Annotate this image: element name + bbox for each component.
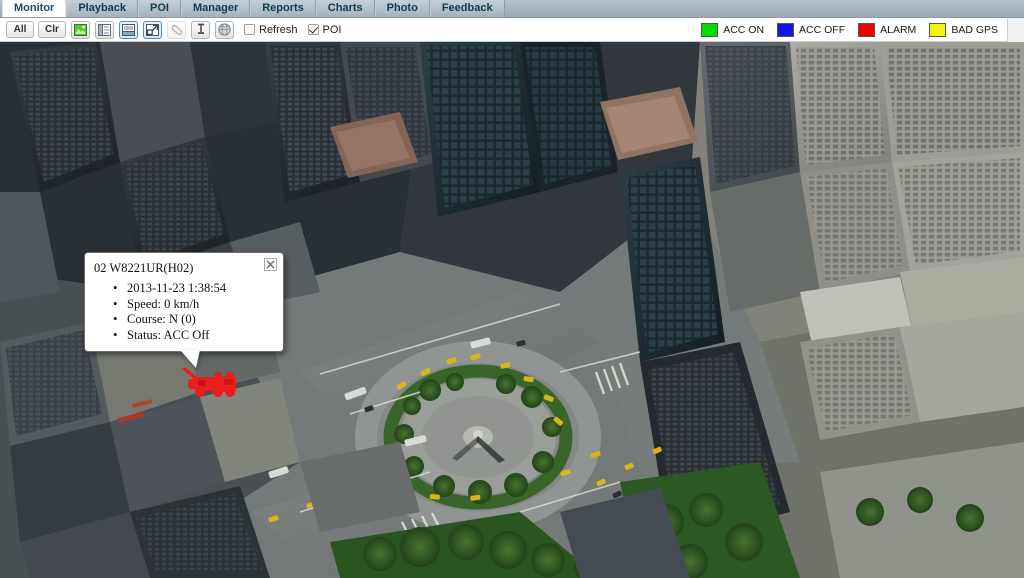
main-tab-bar: Monitor Playback POI Manager Reports Cha… (0, 0, 1024, 18)
refresh-checkbox-label: Refresh (259, 23, 298, 36)
legend-item-alarm: ALARM (858, 22, 917, 37)
pin-marker-icon-button[interactable] (191, 20, 210, 39)
tab-manager[interactable]: Manager (180, 0, 251, 17)
tab-feedback[interactable]: Feedback (429, 0, 505, 17)
poi-checkbox[interactable]: POI (307, 23, 342, 36)
legend-swatch-bad-gps (929, 22, 947, 37)
select-all-button[interactable]: All (6, 21, 34, 38)
pin-marker-icon (196, 23, 206, 36)
tab-playback[interactable]: Playback (66, 0, 139, 17)
tab-label: POI (150, 2, 169, 14)
expand-fullscreen-icon-button[interactable] (143, 20, 162, 39)
app-root: Monitor Playback POI Manager Reports Cha… (0, 0, 1024, 578)
tab-poi[interactable]: POI (138, 0, 181, 17)
clear-button[interactable]: Clr (38, 21, 66, 38)
tab-label: Monitor (14, 2, 55, 14)
expand-fullscreen-icon (146, 23, 159, 36)
legend-item-bad-gps: BAD GPS (929, 22, 998, 37)
tab-photo[interactable]: Photo (374, 0, 430, 17)
panel-bottom-icon (122, 23, 135, 36)
tab-label: Photo (386, 2, 418, 14)
panel-left-icon (98, 23, 111, 36)
refresh-checkbox[interactable]: Refresh (244, 24, 298, 36)
map-toolbar: All Clr Refresh POI ACC ON ACC OFF ALARM… (0, 18, 1024, 42)
link-chain-icon (170, 24, 184, 36)
refresh-checkbox-box[interactable] (244, 24, 255, 35)
tab-label: Manager (192, 2, 239, 14)
vehicle-marker[interactable] (180, 365, 244, 401)
poi-checkbox-box[interactable] (307, 24, 319, 35)
toolbar-left-group: All Clr Refresh POI (0, 20, 342, 39)
map-image-icon (74, 23, 87, 36)
legend-item-acc-on: ACC ON (701, 22, 765, 37)
panel-bottom-icon-button[interactable] (119, 20, 138, 39)
legend-swatch-alarm (858, 22, 876, 37)
tab-monitor[interactable]: Monitor (2, 0, 67, 17)
popup-detail-timestamp: 2013-11-23 1:38:54 (113, 280, 283, 297)
panel-left-icon-button[interactable] (95, 20, 114, 39)
tab-reports[interactable]: Reports (250, 0, 316, 17)
map-image-icon-button[interactable] (71, 20, 90, 39)
link-chain-icon-button (167, 20, 186, 39)
poi-checkbox-label: POI (322, 23, 342, 36)
tab-label: Reports (262, 2, 304, 14)
popup-header: 02 W8221UR(H02) (85, 253, 283, 279)
popup-detail-speed: Speed: 0 km/h (113, 296, 283, 313)
tab-label: Feedback (441, 2, 493, 14)
popup-pointer-tail (180, 350, 200, 368)
popup-detail-course: Course: N (0) (113, 311, 283, 328)
popup-detail-list: 2013-11-23 1:38:54 Speed: 0 km/h Course:… (85, 280, 283, 344)
popup-title: 02 W8221UR(H02) (94, 261, 194, 275)
globe-icon-button[interactable] (215, 20, 234, 39)
tab-label: Charts (327, 2, 363, 14)
legend-label-alarm: ALARM (880, 23, 917, 36)
tab-label: Playback (78, 2, 127, 14)
legend-swatch-acc-on (701, 22, 719, 37)
status-legend: ACC ON ACC OFF ALARM BAD GPS (693, 22, 1024, 37)
toolbar-scrollbar[interactable] (1007, 18, 1024, 42)
legend-label-acc-off: ACC OFF (799, 23, 846, 36)
legend-label-bad-gps: BAD GPS (951, 23, 998, 36)
popup-detail-status: Status: ACC Off (113, 327, 283, 344)
legend-label-acc-on: ACC ON (723, 23, 765, 36)
close-icon[interactable] (264, 258, 277, 271)
globe-icon (218, 23, 231, 36)
tab-charts[interactable]: Charts (315, 0, 375, 17)
vehicle-info-popup: 02 W8221UR(H02) 2013-11-23 1:38:54 Speed… (84, 252, 284, 368)
legend-item-acc-off: ACC OFF (777, 22, 846, 37)
legend-swatch-acc-off (777, 22, 795, 37)
vehicle-marker-icon (182, 367, 236, 397)
